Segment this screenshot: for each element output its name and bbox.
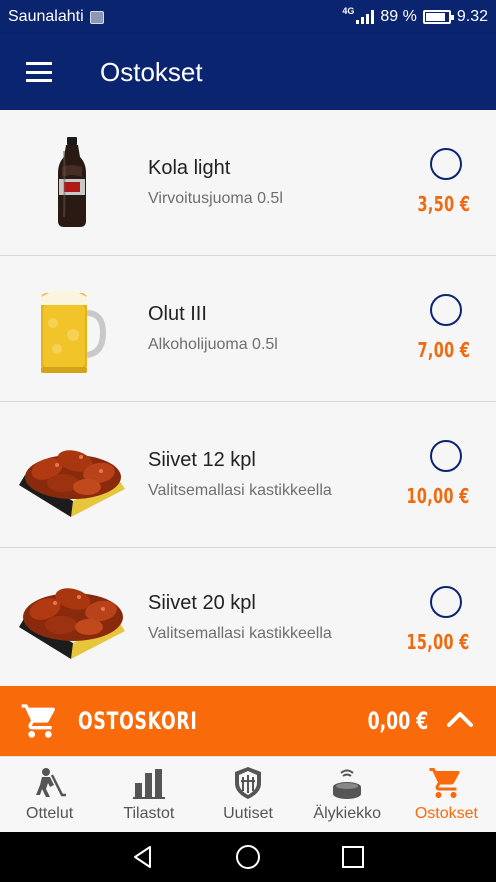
app-bar: Ostokset [0,34,496,110]
recents-icon[interactable] [340,844,366,870]
nav-item-ostokset[interactable]: Ostokset [397,757,496,832]
select-radio[interactable] [430,148,462,180]
product-item-siivet-20[interactable]: Siivet 20 kpl Valitsemallasi kastikkeell… [0,548,496,686]
select-radio[interactable] [430,440,462,472]
home-icon[interactable] [235,844,261,870]
product-name: Siivet 20 kpl [148,591,256,614]
android-nav-bar [0,832,496,882]
nav-label: Älykiekko [313,805,381,822]
puck-icon [333,769,362,799]
product-price: 7,00 € [417,338,470,362]
nav-label: Tilastot [123,805,175,822]
network-type: 4G [342,6,355,16]
product-name: Siivet 12 kpl [148,449,256,471]
product-item-siivet-12[interactable]: Siivet 12 kpl Valitsemallasi kastikkeell… [0,402,496,548]
battery-icon [422,10,454,24]
hockey-player-icon [35,768,66,797]
product-list: Kola light Virvoitusjuoma 0.5l 3,50 € Ol… [0,110,496,686]
image-notification-icon [89,10,104,24]
chicken-wings-image [16,425,128,525]
battery-percent: 89 % [380,8,417,25]
bar-chart-icon [132,769,165,799]
cart-total: 0,00 € [367,707,428,735]
carrier-info: Saunalahti [8,8,104,26]
chevron-up-icon[interactable] [446,708,474,728]
cart-icon [429,768,460,798]
nav-item-uutiset[interactable]: Uutiset [198,757,297,832]
product-item-kola-light[interactable]: Kola light Virvoitusjuoma 0.5l 3,50 € [0,110,496,256]
product-info: Olut III Alkoholijuoma 0.5l [148,303,278,354]
nav-label: Uutiset [223,805,273,822]
product-price: 3,50 € [417,192,470,216]
chicken-wings-image [16,567,128,667]
cart-bar[interactable]: OSTOSKORI 0,00 € [0,686,496,756]
cola-bottle-image [16,133,128,233]
product-info: Siivet 20 kpl Valitsemallasi kastikkeell… [148,592,332,643]
nav-item-tilastot[interactable]: Tilastot [99,757,198,832]
cart-icon [21,704,56,738]
bottom-nav: Ottelut Tilastot Uutiset Älykiekko Ostok… [0,756,496,832]
beer-mug-image [16,279,128,379]
nav-item-ottelut[interactable]: Ottelut [0,757,99,832]
product-description: Virvoitusjuoma 0.5l [148,190,283,207]
back-icon[interactable] [130,844,156,870]
product-description: Valitsemallasi kastikkeella [148,482,332,499]
select-radio[interactable] [430,294,462,326]
product-price: 15,00 € [406,630,470,654]
status-indicators: 4G 89 % 9.32 [342,6,488,26]
nav-item-alykiekko[interactable]: Älykiekko [298,757,397,832]
product-info: Kola light Virvoitusjuoma 0.5l [148,157,283,208]
page-title: Ostokset [100,56,203,87]
product-price: 10,00 € [406,484,470,508]
product-description: Alkoholijuoma 0.5l [148,336,278,353]
signal-icon [356,10,375,24]
product-name: Olut III [148,303,207,325]
clock: 9.32 [456,8,488,25]
cart-label: OSTOSKORI [78,707,198,735]
status-bar: Saunalahti 4G 89 % 9.32 [0,0,496,34]
shield-icon [235,767,261,799]
carrier-name: Saunalahti [8,8,84,25]
nav-label: Ottelut [26,805,74,822]
product-description: Valitsemallasi kastikkeella [148,624,332,642]
product-item-olut[interactable]: Olut III Alkoholijuoma 0.5l 7,00 € [0,256,496,402]
nav-label: Ostokset [414,805,478,822]
product-name: Kola light [148,157,231,179]
select-radio[interactable] [430,586,462,618]
hamburger-menu-icon[interactable] [26,62,52,82]
product-info: Siivet 12 kpl Valitsemallasi kastikkeell… [148,449,332,500]
